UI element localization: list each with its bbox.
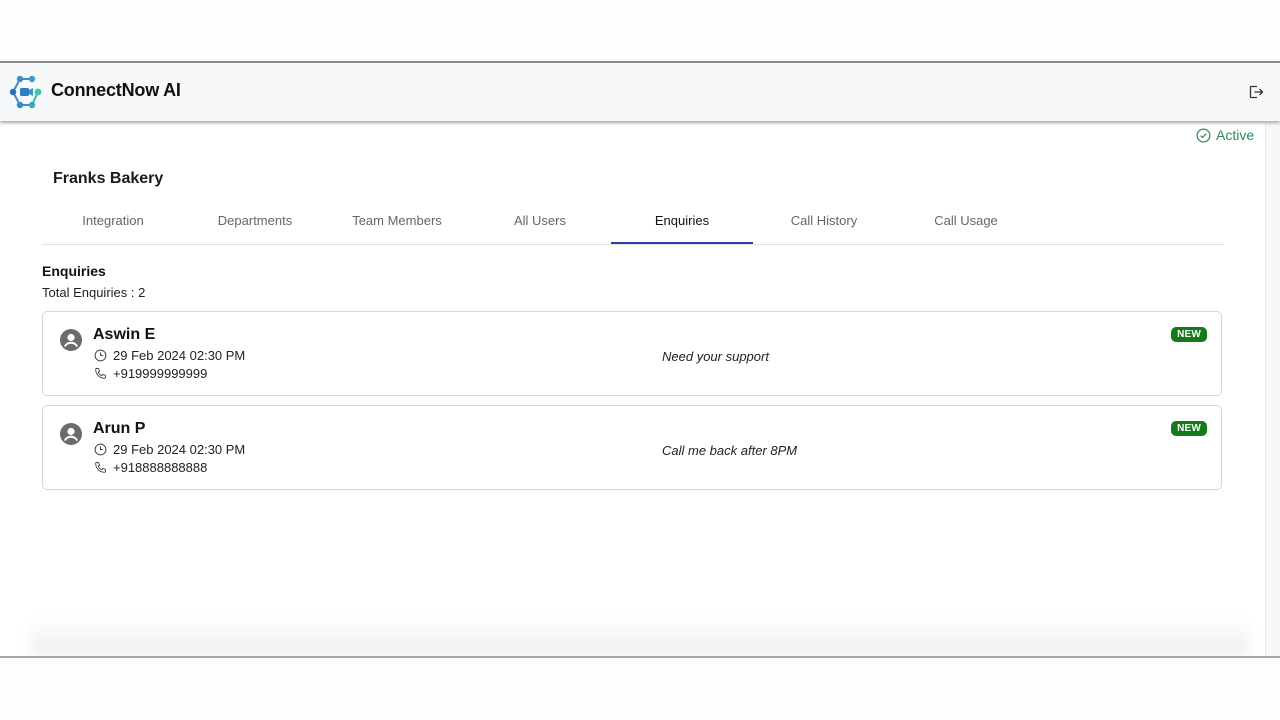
phone-text: +919999999999	[113, 366, 208, 381]
enquiry-datetime: 29 Feb 2024 02:30 PM	[94, 442, 245, 457]
clock-icon	[94, 349, 107, 362]
enquiry-message: Need your support	[662, 349, 769, 364]
tab-departments[interactable]: Departments	[184, 199, 326, 243]
organization-name: Franks Bakery	[53, 170, 164, 187]
tab-bar: Integration Departments Team Members All…	[42, 199, 1224, 245]
datetime-text: 29 Feb 2024 02:30 PM	[113, 348, 246, 363]
enquiry-name: Aswin E	[93, 326, 156, 343]
app-window: ConnectNow AI Active Franks Bakery Integ…	[0, 61, 1280, 658]
status-badge: NEW	[1171, 421, 1207, 436]
clock-icon	[94, 443, 107, 456]
phone-icon	[95, 367, 107, 379]
tab-enquiries[interactable]: Enquiries	[611, 199, 753, 244]
app-title: ConnectNow AI	[51, 80, 181, 100]
status-indicator: Active	[1196, 127, 1254, 143]
datetime-text: 29 Feb 2024 02:30 PM	[113, 442, 246, 457]
section-title: Enquiries	[42, 263, 106, 279]
status-label: Active	[1216, 127, 1255, 143]
tab-team-members[interactable]: Team Members	[326, 199, 468, 243]
tab-call-usage[interactable]: Call Usage	[895, 199, 1037, 243]
enquiry-phone: +919999999999	[94, 366, 207, 381]
tab-all-users[interactable]: All Users	[469, 199, 611, 243]
enquiry-card[interactable]: Arun P 29 Feb 2024 02:30 PM +91888888888…	[42, 405, 1222, 490]
check-circle-icon	[1196, 128, 1211, 142]
tab-integration[interactable]: Integration	[42, 199, 184, 243]
avatar-icon	[60, 329, 82, 351]
status-badge: NEW	[1171, 327, 1207, 342]
enquiry-card[interactable]: Aswin E 29 Feb 2024 02:30 PM +9199999999…	[42, 311, 1222, 396]
enquiry-message: Call me back after 8PM	[662, 443, 798, 458]
enquiry-datetime: 29 Feb 2024 02:30 PM	[94, 348, 245, 363]
phone-text: +918888888888	[113, 460, 208, 475]
avatar-icon	[60, 423, 82, 445]
app-header: ConnectNow AI	[0, 63, 1280, 121]
phone-icon	[95, 461, 107, 473]
tab-call-history[interactable]: Call History	[753, 199, 895, 243]
logout-icon[interactable]	[1248, 84, 1264, 100]
scrollbar-track[interactable]	[1265, 123, 1280, 656]
connect-network-video-icon	[9, 75, 42, 109]
enquiry-name: Arun P	[93, 420, 146, 437]
enquiry-phone: +918888888888	[94, 460, 207, 475]
total-enquiries: Total Enquiries : 2	[42, 285, 146, 300]
